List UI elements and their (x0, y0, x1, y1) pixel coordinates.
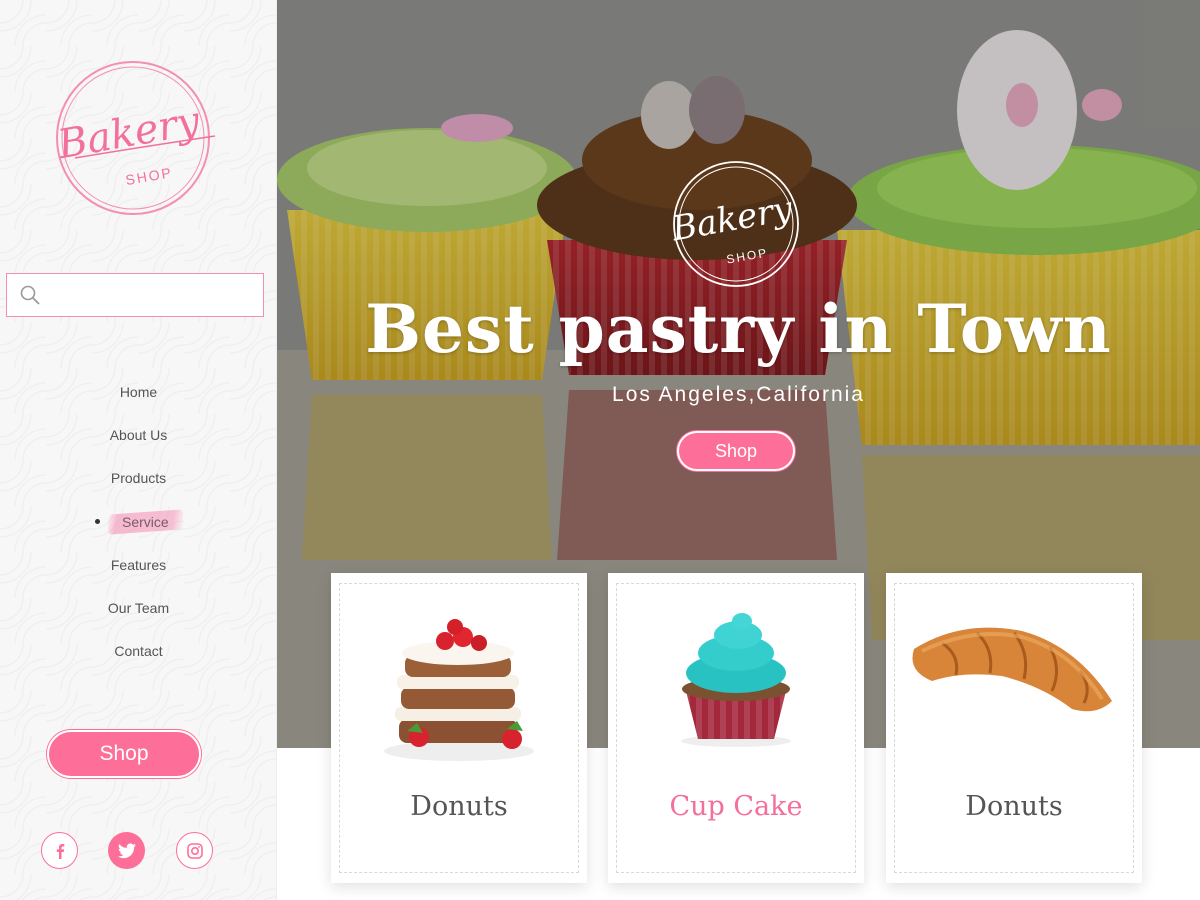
twitter-icon (117, 842, 136, 858)
nav-item-label: Products (110, 470, 167, 487)
hero-title: Best pastry in Town (365, 290, 1112, 368)
svg-text:SHOP: SHOP (124, 164, 174, 188)
nav-item-about-us[interactable]: About Us (0, 413, 277, 456)
hero-bakery-logo: Bakery SHOP (666, 154, 806, 294)
nav-item-products[interactable]: Products (0, 457, 277, 500)
nav-item-features[interactable]: Features (0, 543, 277, 586)
nav-item-label: Contact (114, 643, 163, 660)
product-card[interactable]: Donuts (331, 573, 587, 883)
hero-shop-button[interactable]: Shop (677, 431, 795, 471)
product-name: Donuts (410, 791, 508, 822)
nav-item-label: Our Team (107, 600, 170, 617)
cupcake-image (681, 613, 791, 747)
sidebar-shop-button[interactable]: Shop (47, 730, 201, 778)
layer-cake-image (384, 619, 534, 761)
product-card[interactable]: Donuts (886, 573, 1142, 883)
search-box (6, 273, 264, 317)
product-name: Cup Cake (669, 791, 803, 822)
nav-item-service[interactable]: Service (0, 500, 277, 543)
nav-item-label: Home (119, 383, 158, 400)
instagram-icon (186, 842, 203, 859)
product-card[interactable]: Cup Cake (608, 573, 864, 883)
croissant-image (912, 627, 1112, 712)
hero-subtitle: Los Angeles,California (612, 383, 865, 406)
sidebar: Bakery SHOP Home About Us Products Servi… (0, 0, 277, 900)
nav-item-label: About Us (109, 426, 168, 443)
active-highlight: Service (107, 508, 183, 535)
instagram-link[interactable] (176, 832, 213, 869)
facebook-link[interactable] (41, 832, 78, 869)
facebook-icon (56, 843, 64, 859)
nav-item-contact[interactable]: Contact (0, 630, 277, 673)
svg-text:Bakery: Bakery (668, 189, 796, 250)
active-bullet (94, 519, 100, 525)
bakery-shop-logo[interactable]: Bakery SHOP (53, 58, 217, 220)
svg-text:SHOP: SHOP (725, 246, 769, 267)
nav-item-our-team[interactable]: Our Team (0, 586, 277, 629)
nav-item-label: Service (121, 513, 169, 530)
nav-item-home[interactable]: Home (0, 370, 277, 413)
nav-item-label: Features (110, 556, 167, 573)
twitter-link[interactable] (108, 832, 145, 869)
search-icon[interactable] (19, 284, 41, 306)
main-nav: Home About Us Products Service Features … (0, 370, 277, 673)
search-input[interactable] (41, 274, 263, 316)
product-name: Donuts (965, 791, 1063, 822)
